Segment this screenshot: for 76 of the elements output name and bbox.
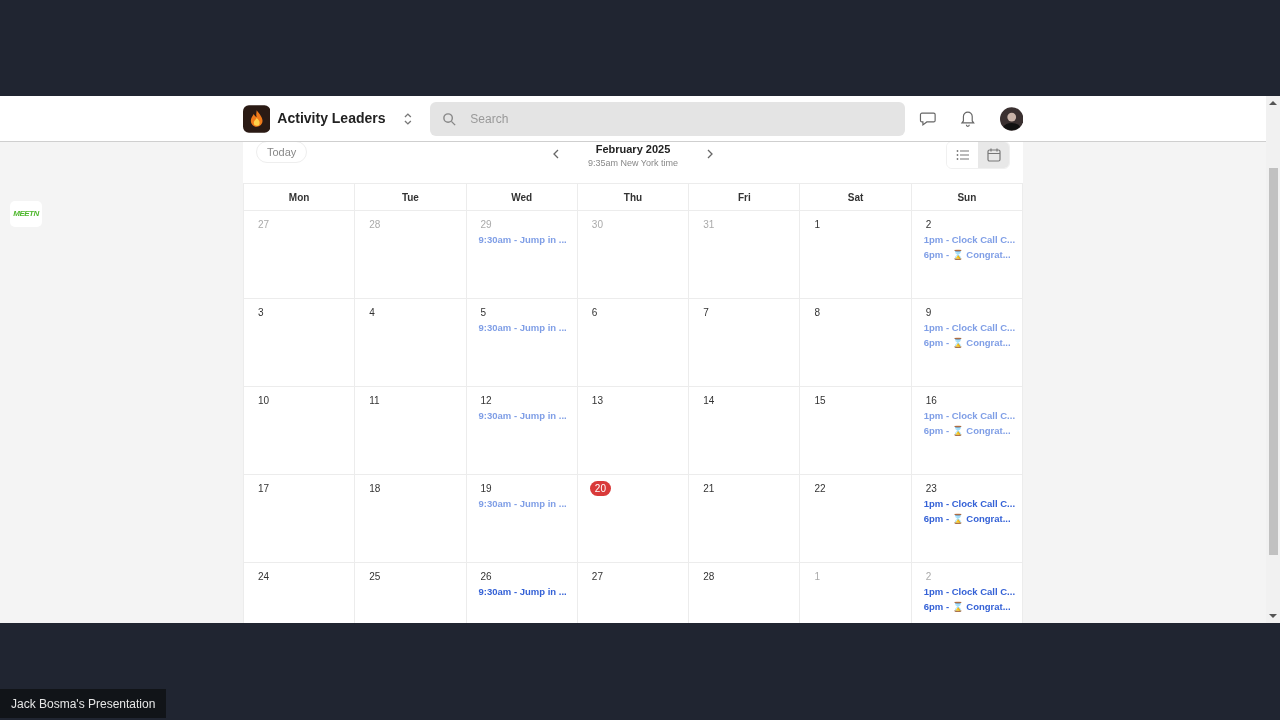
date-number: 5 [480,306,487,320]
date-number: 19 [480,482,492,496]
weekday-header: Tue [401,190,419,205]
event-link[interactable]: 6pm - ⌛ Congrat... [923,511,1011,526]
event-link[interactable]: 9:30am - Jump in ... [478,409,567,424]
search-field[interactable]: Search [430,101,906,136]
date-number: 1 [814,218,820,232]
date-number: 30 [591,218,603,232]
event-link[interactable]: 1pm - Clock Call C... [923,233,1016,248]
date-number: 31 [703,218,715,232]
date-number: 1 [814,570,820,584]
date-number: 22 [814,482,826,496]
date-number: 13 [591,394,603,408]
list-icon [954,147,971,163]
date-number: 25 [369,570,381,584]
date-number: 28 [369,218,381,232]
date-number: 12 [480,394,492,408]
event-link[interactable]: 6pm - ⌛ Congrat... [923,423,1011,438]
event-link[interactable]: 9:30am - Jump in ... [478,497,567,512]
event-link[interactable]: 1pm - Clock Call C... [923,585,1016,600]
weekday-header: Sun [957,190,977,205]
date-number: 11 [369,394,380,408]
event-link[interactable]: 9:30am - Jump in ... [478,233,567,248]
date-number: 6 [591,306,598,320]
event-link[interactable]: 6pm - ⌛ Congrat... [923,335,1011,350]
date-number: 21 [703,482,715,496]
event-link[interactable]: 6pm - ⌛ Congrat... [923,599,1011,614]
date-number: 9 [925,306,932,320]
date-number: 2 [925,218,932,232]
date-number: 26 [480,570,492,584]
date-number: 24 [258,570,270,584]
bell-icon[interactable] [959,109,976,128]
date-number: 27 [591,570,603,584]
date-number: 28 [703,570,715,584]
weekday-header: Wed [511,190,533,205]
month-title: February 2025 [595,142,671,156]
date-number: 18 [369,482,381,496]
chat-icon[interactable] [919,110,937,127]
today-button[interactable]: Today [256,142,308,163]
event-link[interactable]: 9:30am - Jump in ... [478,321,567,336]
weekday-header: Mon [288,190,310,205]
event-link[interactable]: 1pm - Clock Call C... [923,321,1016,336]
date-number: 15 [814,394,826,408]
next-month-icon[interactable] [706,149,714,159]
date-number: 3 [258,306,264,320]
avatar-icon[interactable] [999,106,1023,131]
date-number: 16 [925,394,937,408]
weekday-header: Thu [623,190,643,205]
calendar-view-button[interactable] [978,142,1009,168]
scroll-up-icon[interactable] [1269,100,1277,106]
date-number: 8 [814,306,820,320]
workspace-name: Activity Leaders [277,109,386,128]
event-link[interactable]: 9:30am - Jump in ... [478,585,567,600]
app-badge[interactable]: MEETN [10,201,42,227]
today-date-badge: 20 [589,481,611,496]
date-number: 7 [703,306,709,320]
date-number: 10 [258,394,270,408]
date-number: 27 [258,218,270,232]
date-number: 2 [925,570,932,584]
event-link[interactable]: 1pm - Clock Call C... [923,497,1016,512]
date-number: 4 [369,306,375,320]
date-number: 17 [258,482,270,496]
date-number: 29 [480,218,492,232]
weekday-header: Sat [847,190,864,205]
presenter-label: Jack Bosma's Presentation [0,689,167,718]
date-number: 14 [703,394,715,408]
scroll-down-icon[interactable] [1269,613,1277,619]
date-number: 23 [925,482,937,496]
app-logo-icon [243,104,271,133]
event-link[interactable]: 6pm - ⌛ Congrat... [923,247,1011,262]
local-time: 9:35am New York time [587,157,678,170]
search-icon [442,111,458,127]
weekday-header: Fri [737,190,751,205]
event-link[interactable]: 1pm - Clock Call C... [923,409,1016,424]
previous-month-icon[interactable] [552,149,560,159]
calendar-icon [985,147,1002,163]
